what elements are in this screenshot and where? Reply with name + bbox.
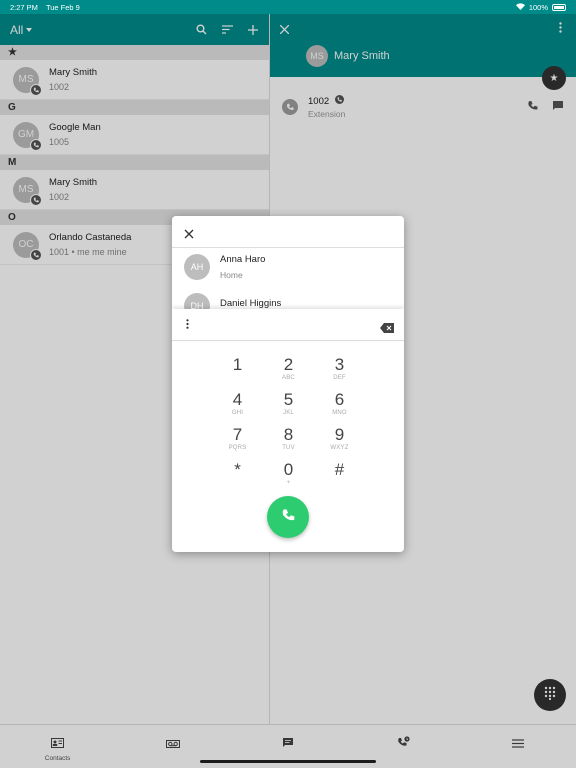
key-5[interactable]: 5 JKL	[263, 391, 314, 418]
key-8[interactable]: 8 TUV	[263, 426, 314, 453]
call-button[interactable]	[267, 496, 309, 538]
key-2[interactable]: 2 ABC	[263, 356, 314, 383]
key-6[interactable]: 6 MNO	[314, 391, 365, 418]
suggestion-name: Daniel Higgins	[220, 298, 282, 309]
dial-input[interactable]	[172, 309, 404, 341]
more-vert-icon[interactable]	[186, 319, 189, 331]
keypad: 1 2 ABC 3 DEF 4 GHI 5 JKL 6 MNO 7 PQRS 8 TUV 9W…	[212, 356, 364, 488]
dialer-modal: AH Anna Haro Home DH Daniel Higgins 1 2A…	[172, 216, 404, 552]
key-star[interactable]: *	[212, 461, 263, 488]
key-4[interactable]: 4 GHI	[212, 391, 263, 418]
suggestion-label: Home	[220, 270, 243, 280]
battery-percent: 100%	[528, 2, 548, 12]
key-1[interactable]: 1	[212, 356, 263, 383]
avatar: AH	[184, 254, 210, 280]
status-date: Tue Feb 9	[45, 2, 80, 12]
backspace-icon[interactable]	[380, 320, 394, 338]
wifi-icon	[515, 2, 525, 12]
close-icon[interactable]	[184, 226, 194, 239]
key-0[interactable]: 0 +	[263, 461, 314, 488]
suggestion-item[interactable]: AH Anna Haro Home	[184, 254, 265, 280]
divider	[172, 247, 404, 248]
suggestion-name: Anna Haro	[220, 254, 266, 265]
status-time: 2:27 PM	[10, 2, 38, 12]
key-3[interactable]: 3 DEF	[314, 356, 365, 383]
key-hash[interactable]: #	[314, 461, 365, 488]
key-7[interactable]: 7 PQRS	[212, 426, 263, 453]
status-bar: 2:27 PM Tue Feb 9 100%	[0, 0, 576, 14]
phone-icon	[281, 508, 295, 527]
battery-icon	[552, 3, 566, 11]
key-9[interactable]: 9 WXYZ	[314, 426, 365, 453]
